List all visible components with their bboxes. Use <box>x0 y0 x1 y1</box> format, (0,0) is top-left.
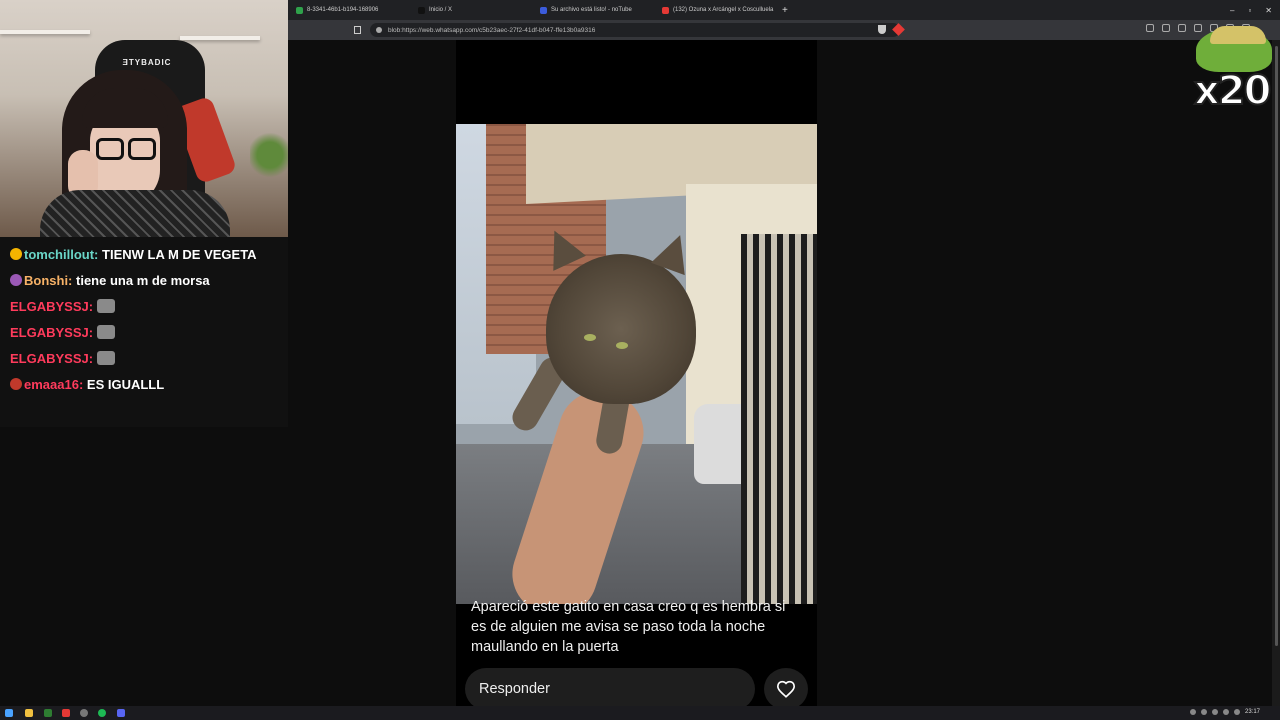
chat-message: ELGABYSSJ: <box>10 349 280 369</box>
spotify-icon[interactable] <box>98 709 106 717</box>
kitten-eye <box>616 342 628 349</box>
url-text: blob:https://web.whatsapp.com/c5b23aec-2… <box>388 26 596 34</box>
glasses-left <box>96 138 124 160</box>
clock[interactable]: 23:17 <box>1245 709 1260 715</box>
reply-placeholder: Responder <box>479 681 550 697</box>
chat-text: ES IGUALLL <box>86 377 165 392</box>
browser-tab[interactable]: Inicio / X <box>410 0 532 20</box>
kitten <box>546 254 696 404</box>
streamer-shirt <box>40 190 230 237</box>
browser-icon[interactable] <box>62 709 70 717</box>
chat-badge-icon <box>10 248 22 260</box>
chat-username[interactable]: Bonshi: <box>24 273 72 288</box>
tab-label: Inicio / X <box>429 7 453 13</box>
shelf <box>0 30 90 34</box>
close-button[interactable]: ✕ <box>1265 6 1272 15</box>
browser-toolbar: blob:https://web.whatsapp.com/c5b23aec-2… <box>288 20 1280 40</box>
maximize-button[interactable]: ▫ <box>1248 6 1251 15</box>
browser-tab[interactable]: (132) Ozuna x Arcángel x Cosculluela <box>654 0 776 20</box>
combo-multiplier: x20 <box>1193 67 1272 115</box>
tray-icon[interactable] <box>1211 709 1218 715</box>
glasses-right <box>128 138 156 160</box>
volume-icon[interactable] <box>1233 709 1240 715</box>
address-bar[interactable]: blob:https://web.whatsapp.com/c5b23aec-2… <box>370 23 900 37</box>
chat-username[interactable]: ELGABYSSJ: <box>10 351 93 366</box>
streamer-bangs <box>82 88 168 128</box>
chat-badge-icon <box>10 378 22 390</box>
tab-label: Su archivo está listo! - noTube <box>551 7 632 13</box>
new-tab-button[interactable]: + <box>776 5 794 16</box>
chat-message: emaaa16: ES IGUALLL <box>10 375 280 395</box>
system-tray: 23:17 <box>1189 709 1260 715</box>
wifi-icon[interactable] <box>1222 709 1229 715</box>
chat-text: tiene una m de morsa <box>76 273 210 288</box>
window-controls: – ▫ ✕ <box>1230 0 1272 20</box>
screen: ƎTYBADIC tomchillout: TIENW LA M DE VEGE… <box>0 0 1280 720</box>
status-photo[interactable] <box>456 124 817 604</box>
chair-brand-text: ƎTYBADIC <box>122 58 172 67</box>
chat-message: ELGABYSSJ: <box>10 297 280 317</box>
like-button[interactable] <box>764 668 808 710</box>
browser-tabbar: 8-3341-46b1-b194-168906 Inicio / X Su arch… <box>288 0 1280 20</box>
tray-icon[interactable] <box>1200 709 1207 715</box>
taskbar: 23:17 <box>0 706 1280 720</box>
app-icon[interactable] <box>80 709 88 717</box>
chat-text: TIENW LA M DE VEGETA <box>102 247 257 262</box>
heart-icon <box>776 680 796 698</box>
cat-emote-icon <box>96 299 115 313</box>
stream-chat: tomchillout: TIENW LA M DE VEGETA Bonshi:… <box>0 237 290 427</box>
minimize-button[interactable]: – <box>1230 6 1234 15</box>
site-info-icon[interactable] <box>376 27 382 33</box>
tray-icon[interactable] <box>1189 709 1196 715</box>
cat-emote-icon <box>96 325 115 339</box>
discord-icon[interactable] <box>117 709 125 717</box>
browser-tab[interactable]: 8-3341-46b1-b194-168906 <box>288 0 410 20</box>
bookmark-icon[interactable] <box>354 26 361 34</box>
brave-shield-icon[interactable] <box>878 25 886 34</box>
tab-list: 8-3341-46b1-b194-168906 Inicio / X Su arch… <box>288 0 776 20</box>
tab-label: 8-3341-46b1-b194-168906 <box>307 7 379 13</box>
start-icon[interactable] <box>5 709 13 717</box>
app-icon[interactable] <box>44 709 52 717</box>
chat-message: ELGABYSSJ: <box>10 323 280 343</box>
chat-badge-icon <box>10 274 22 286</box>
tab-favicon-icon <box>418 6 425 14</box>
iron-gate <box>741 234 817 604</box>
extension-icon[interactable] <box>1162 24 1170 32</box>
kitten-eye <box>584 334 596 341</box>
chat-username[interactable]: ELGABYSSJ: <box>10 325 93 340</box>
chat-message: Bonshi: tiene una m de morsa <box>10 271 280 291</box>
webcam-feed: ƎTYBADIC <box>0 0 288 237</box>
tab-favicon-icon <box>540 6 547 14</box>
tab-favicon-icon <box>296 6 303 14</box>
pepe-hat <box>1210 26 1266 44</box>
scrollbar-thumb[interactable] <box>1275 46 1278 646</box>
media-icon[interactable] <box>1178 24 1186 32</box>
status-caption: Apareció este gatito en casa creo q es h… <box>471 599 786 655</box>
emote-combo-overlay: x20 <box>1192 26 1274 116</box>
extension-icon[interactable] <box>1146 24 1154 32</box>
tab-favicon-icon <box>662 6 669 14</box>
plant <box>250 130 288 180</box>
chat-message: tomchillout: TIENW LA M DE VEGETA <box>10 245 280 265</box>
reply-input[interactable]: Responder <box>465 668 755 710</box>
chat-username[interactable]: ELGABYSSJ: <box>10 299 93 314</box>
chat-username[interactable]: tomchillout: <box>24 247 98 262</box>
chat-username[interactable]: emaaa16: <box>24 377 83 392</box>
browser-tab[interactable]: Su archivo está listo! - noTube <box>532 0 654 20</box>
tab-label: (132) Ozuna x Arcángel x Cosculluela <box>673 7 774 13</box>
shelf <box>180 36 260 40</box>
file-explorer-icon[interactable] <box>25 709 33 717</box>
cat-emote-icon <box>96 351 115 365</box>
